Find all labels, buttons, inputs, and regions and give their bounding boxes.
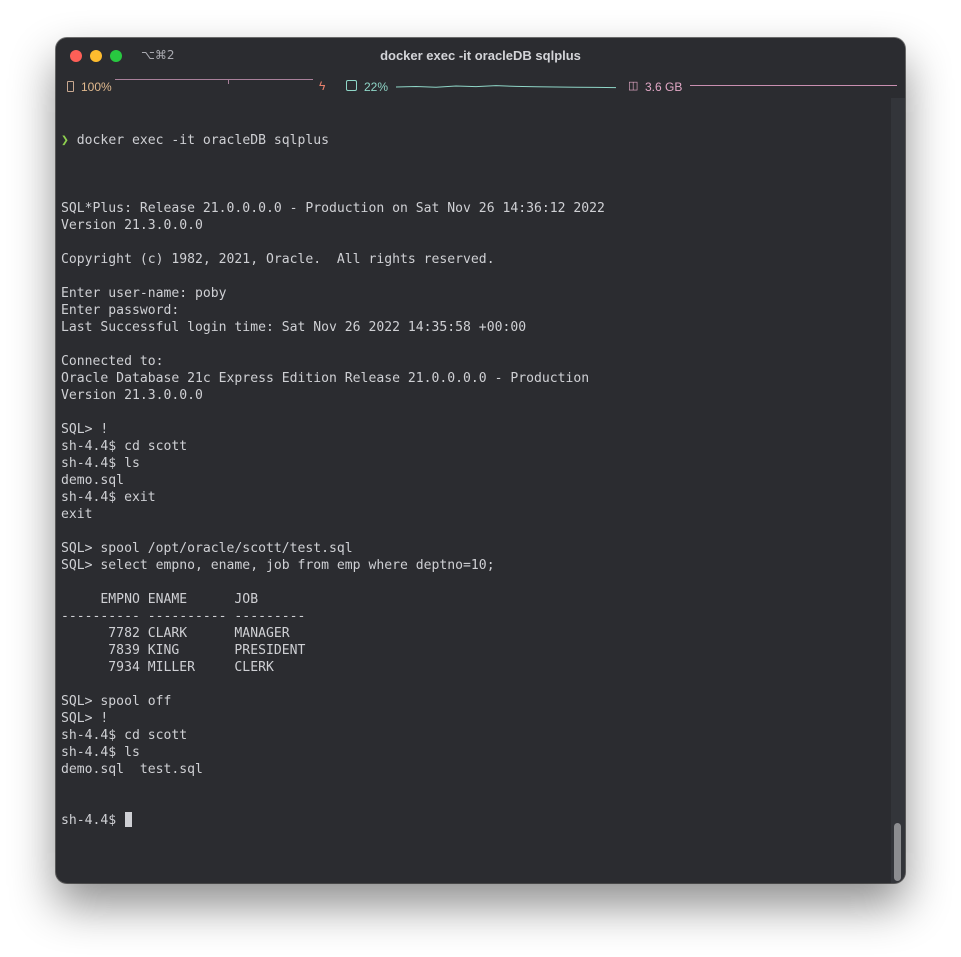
battery-graph-tick (228, 79, 229, 84)
scrollbar-thumb[interactable] (894, 823, 901, 881)
terminal-line: sh-4.4$ cd scott (61, 728, 188, 743)
charging-bolt-icon: ϟ (319, 79, 326, 93)
terminal-line: 7839 KING PRESIDENT (61, 643, 306, 658)
terminal-line: 7782 CLARK MANAGER (61, 626, 290, 641)
memory-graph (690, 85, 897, 86)
terminal-line: Version 21.3.0.0.0 (61, 218, 203, 233)
cpu-icon (346, 80, 357, 91)
cpu-usage: 22% (364, 80, 389, 94)
terminal-line: sh-4.4$ exit (61, 490, 156, 505)
terminal-line: Enter password: (61, 303, 180, 318)
terminal-line: EMPNO ENAME JOB (61, 592, 259, 607)
output-lines: SQL*Plus: Release 21.0.0.0.0 - Productio… (61, 183, 886, 778)
terminal-line: Enter user-name: poby (61, 286, 227, 301)
window-title: docker exec -it oracleDB sqlplus (380, 48, 581, 63)
terminal-line: SQL*Plus: Release 21.0.0.0.0 - Productio… (61, 201, 605, 216)
shell-prompt: sh-4.4$ (61, 813, 125, 828)
text-cursor (125, 812, 133, 827)
terminal-line: demo.sql (61, 473, 125, 488)
terminal-line: ---------- ---------- --------- (61, 609, 306, 624)
memory-usage: 3.6 GB (645, 80, 683, 94)
terminal-line: Last Successful login time: Sat Nov 26 2… (61, 320, 527, 335)
prompt-arrow-icon: ❯ (61, 133, 69, 148)
terminal-line: sh-4.4$ cd scott (61, 439, 188, 454)
terminal-output[interactable]: ❯ docker exec -it oracleDB sqlplus SQL*P… (61, 98, 886, 878)
current-prompt-line[interactable]: sh-4.4$ (61, 812, 886, 829)
terminal-line: exit (61, 507, 93, 522)
terminal-line: Oracle Database 21c Express Edition Rele… (61, 371, 590, 386)
terminal-line: SQL> ! (61, 711, 109, 726)
battery-icon (67, 81, 74, 92)
terminal-line: Version 21.3.0.0.0 (61, 388, 203, 403)
terminal-line: sh-4.4$ ls (61, 456, 140, 471)
terminal-line: SQL> ! (61, 422, 109, 437)
cpu-graph (396, 85, 616, 89)
terminal-line: sh-4.4$ ls (61, 745, 140, 760)
memory-icon: ◫ (628, 80, 639, 92)
command-line: ❯ docker exec -it oracleDB sqlplus (61, 132, 886, 149)
command-text: docker exec -it oracleDB sqlplus (76, 133, 330, 148)
terminal-line: Connected to: (61, 354, 164, 369)
title-bar[interactable]: ⌥⌘2 docker exec -it oracleDB sqlplus (56, 38, 905, 76)
terminal-line: SQL> select empno, ename, job from emp w… (61, 558, 495, 573)
terminal-window: ⌥⌘2 docker exec -it oracleDB sqlplus 100… (56, 38, 905, 883)
terminal-line: demo.sql test.sql (61, 762, 203, 777)
terminal-line: Copyright (c) 1982, 2021, Oracle. All ri… (61, 252, 495, 267)
scrollbar[interactable] (891, 98, 905, 883)
battery-level: 100% (81, 80, 112, 94)
terminal-line: SQL> spool /opt/oracle/scott/test.sql (61, 541, 353, 556)
battery-graph (115, 79, 313, 80)
terminal-line: SQL> spool off (61, 694, 172, 709)
terminal-line: 7934 MILLER CLERK (61, 660, 274, 675)
